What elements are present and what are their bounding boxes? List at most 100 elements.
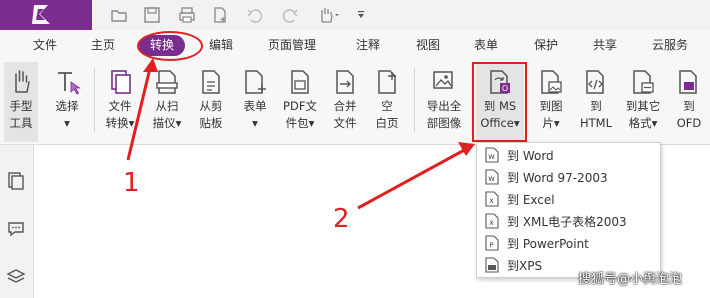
menu-file[interactable]: 文件 bbox=[33, 30, 57, 60]
to-html-label-2: HTML bbox=[579, 116, 612, 130]
print-icon[interactable] bbox=[176, 4, 198, 26]
menu-bar: 文件 主页 编辑 页面管理 注释 视图 表单 保护 共享 云服务 bbox=[0, 30, 710, 60]
menu-edit[interactable]: 编辑 bbox=[209, 30, 233, 60]
dropdown-item-powerpoint[interactable]: P 到 PowerPoint bbox=[477, 232, 660, 254]
pdf-package-button[interactable]: PDF文 件包▾ bbox=[280, 62, 320, 142]
form-label: 表单 bbox=[243, 99, 267, 113]
blank-page-label-2: 白页 bbox=[375, 116, 399, 130]
blank-page-button[interactable]: 空 白页 bbox=[370, 62, 404, 142]
svg-text:X: X bbox=[489, 197, 494, 205]
select-text-icon bbox=[58, 72, 81, 95]
dropdown-item-word[interactable]: W 到 Word bbox=[477, 144, 660, 166]
select-dropdown-arrow[interactable]: ▾ bbox=[64, 116, 70, 130]
file-convert-icon bbox=[111, 70, 131, 94]
export-images-label-2: 部图像 bbox=[426, 116, 462, 130]
from-scanner-label-2: 描仪▾ bbox=[152, 116, 182, 130]
annotation-number-1: 1 bbox=[123, 168, 140, 198]
file-convert-label-1: 文件 bbox=[108, 99, 132, 113]
menu-form[interactable]: 表单 bbox=[474, 30, 498, 60]
menu-cloud[interactable]: 云服务 bbox=[652, 30, 688, 60]
svg-text:P: P bbox=[490, 241, 494, 249]
to-image-icon bbox=[541, 70, 562, 94]
select-tool-button[interactable]: 选择 ▾ bbox=[50, 62, 84, 142]
ppt-doc-icon: P bbox=[485, 235, 499, 251]
dropdown-item-word-97[interactable]: W 到 Word 97-2003 bbox=[477, 166, 660, 188]
select-tool-label: 选择 bbox=[55, 99, 79, 113]
dropdown-item-xml-spreadsheet[interactable]: X 到 XML电子表格2003 bbox=[477, 210, 660, 232]
comments-icon[interactable] bbox=[6, 219, 26, 239]
blank-page-label-1: 空 bbox=[381, 99, 393, 113]
clipboard-icon bbox=[202, 70, 220, 94]
svg-text:W: W bbox=[488, 175, 495, 183]
from-scanner-label-1: 从扫 bbox=[155, 99, 179, 113]
to-other-format-button[interactable]: 到其它 格式▾ bbox=[622, 62, 664, 142]
to-ofd-label-2: OFD bbox=[676, 116, 702, 130]
to-other-label-1: 到其它 bbox=[625, 99, 661, 113]
file-convert-label-2: 转换▾ bbox=[105, 116, 135, 130]
menu-comment[interactable]: 注释 bbox=[356, 30, 380, 60]
foxit-logo-icon bbox=[32, 5, 50, 24]
word-doc-icon: W bbox=[485, 147, 499, 163]
ribbon-separator bbox=[414, 68, 415, 132]
excel-doc-icon: X bbox=[485, 191, 499, 207]
ofd-icon bbox=[679, 70, 697, 94]
dropdown-item-excel[interactable]: X 到 Excel bbox=[477, 188, 660, 210]
layers-icon[interactable] bbox=[6, 267, 26, 287]
pdf-package-label-2: 件包▾ bbox=[285, 116, 315, 130]
svg-text:W: W bbox=[488, 153, 495, 161]
menu-home[interactable]: 主页 bbox=[91, 30, 115, 60]
redo-icon[interactable] bbox=[279, 4, 301, 26]
html-icon bbox=[586, 70, 604, 94]
form-dropdown-arrow[interactable]: ▾ bbox=[252, 116, 258, 130]
scanner-icon bbox=[156, 70, 178, 94]
form-doc-icon bbox=[245, 70, 266, 94]
app-logo bbox=[0, 0, 92, 30]
left-sidebar bbox=[0, 145, 34, 298]
to-html-button[interactable]: 到 HTML bbox=[576, 62, 616, 142]
to-image-label-1: 到图 bbox=[539, 99, 563, 113]
other-format-icon bbox=[633, 70, 654, 94]
menu-share[interactable]: 共享 bbox=[593, 30, 617, 60]
from-scanner-button[interactable]: 从扫 描仪▾ bbox=[147, 62, 187, 142]
hand-dropdown-icon[interactable] bbox=[314, 4, 342, 26]
svg-text:X: X bbox=[489, 219, 494, 227]
save-icon[interactable] bbox=[141, 4, 163, 26]
to-other-label-2: 格式▾ bbox=[628, 116, 658, 130]
to-html-label-1: 到 bbox=[590, 99, 602, 113]
ribbon-separator bbox=[94, 68, 95, 132]
image-export-icon bbox=[433, 71, 453, 89]
annotation-number-2: 2 bbox=[333, 204, 350, 234]
export-all-images-button[interactable]: 导出全 部图像 bbox=[422, 62, 466, 142]
open-folder-icon[interactable] bbox=[108, 4, 130, 26]
customize-toolbar-icon[interactable] bbox=[350, 4, 372, 26]
new-doc-icon[interactable] bbox=[209, 4, 231, 26]
menu-page-manage[interactable]: 页面管理 bbox=[268, 30, 316, 60]
form-button[interactable]: 表单 ▾ bbox=[238, 62, 272, 142]
xml-doc-icon: X bbox=[485, 213, 499, 229]
ms-office-dropdown-menu: W 到 Word W 到 Word 97-2003 X 到 Excel X 到 … bbox=[476, 142, 661, 278]
dropdown-item-label: 到 XML电子表格2003 bbox=[507, 214, 627, 229]
dropdown-item-label: 到 Excel bbox=[507, 192, 555, 207]
from-clipboard-button[interactable]: 从剪 贴板 bbox=[194, 62, 228, 142]
dropdown-item-label: 到 Word bbox=[507, 148, 554, 163]
blank-page-icon bbox=[378, 70, 396, 94]
pdf-package-label-1: PDF文 bbox=[283, 99, 317, 113]
hand-tool-label-2: 工具 bbox=[9, 116, 33, 130]
hand-tool-button[interactable]: 手型 工具 bbox=[4, 62, 38, 142]
dropdown-item-label: 到 PowerPoint bbox=[507, 236, 589, 251]
from-clipboard-label-1: 从剪 bbox=[199, 99, 223, 113]
menu-view[interactable]: 视图 bbox=[416, 30, 440, 60]
file-convert-button[interactable]: 文件 转换▾ bbox=[102, 62, 138, 142]
annotation-highlight-box bbox=[472, 62, 527, 142]
title-bar bbox=[0, 0, 710, 30]
pdf-package-icon bbox=[291, 70, 309, 94]
to-image-button[interactable]: 到图 片▾ bbox=[534, 62, 568, 142]
from-clipboard-label-2: 贴板 bbox=[199, 116, 223, 130]
merge-icon bbox=[336, 70, 354, 94]
menu-protect[interactable]: 保护 bbox=[534, 30, 558, 60]
merge-files-button[interactable]: 合并 文件 bbox=[328, 62, 362, 142]
undo-icon[interactable] bbox=[244, 4, 266, 26]
pages-icon[interactable] bbox=[6, 171, 26, 191]
to-ofd-button[interactable]: 到 OFD bbox=[672, 62, 706, 142]
merge-files-label-1: 合并 bbox=[333, 99, 357, 113]
